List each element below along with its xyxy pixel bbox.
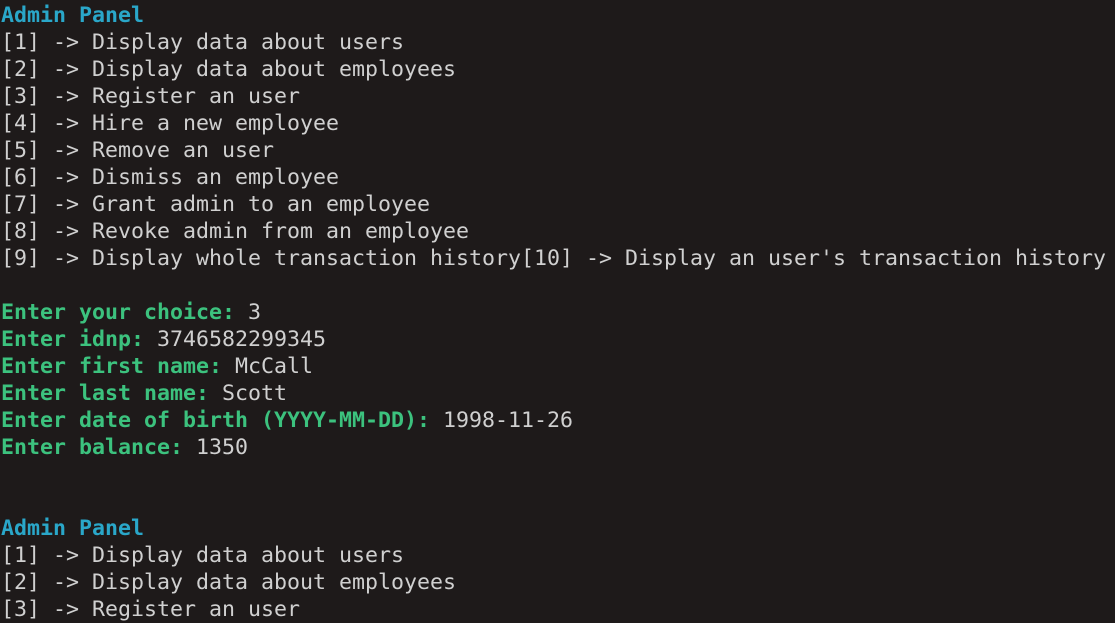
- form-line-choice: Enter your choice: 3: [1, 299, 1115, 326]
- prompt-value: 1350: [196, 435, 249, 460]
- prompt-label: Enter last name:: [1, 381, 210, 406]
- admin-panel-title: Admin Panel: [1, 516, 145, 541]
- form-line-first-name: Enter first name: McCall: [1, 353, 1115, 380]
- menu-item-revoke-admin: [8] -> Revoke admin from an employee: [1, 219, 470, 244]
- prompt-value: McCall: [235, 354, 314, 379]
- form-line-date-of-birth: Enter date of birth (YYYY-MM-DD): 1998-1…: [1, 407, 1115, 434]
- menu-item-display-employees: [2] -> Display data about employees: [1, 570, 457, 595]
- menu-item-register-user: [3] -> Register an user: [1, 597, 301, 622]
- prompt-value: 3: [248, 300, 262, 325]
- prompt-label: Enter your choice:: [1, 300, 236, 325]
- form-line-idnp: Enter idnp: 3746582299345: [1, 326, 1115, 353]
- form-line-balance: Enter balance: 1350: [1, 434, 1115, 461]
- admin-panel-title: Admin Panel: [1, 3, 145, 28]
- menu-item-display-employees: [2] -> Display data about employees: [1, 57, 457, 82]
- prompt-label: Enter first name:: [1, 354, 223, 379]
- form-line-last-name: Enter last name: Scott: [1, 380, 1115, 407]
- prompt-value: Scott: [222, 381, 288, 406]
- menu-item-grant-admin: [7] -> Grant admin to an employee: [1, 192, 431, 217]
- menu-item-register-user: [3] -> Register an user: [1, 84, 301, 109]
- prompt-label: Enter balance:: [1, 435, 184, 460]
- prompt-value: 1998-11-26: [443, 408, 574, 433]
- prompt-label: Enter idnp:: [1, 327, 145, 352]
- terminal-output: Admin Panel [1] -> Display data about us…: [1, 2, 1115, 623]
- prompt-value: 3746582299345: [157, 327, 327, 352]
- menu-item-dismiss-employee: [6] -> Dismiss an employee: [1, 165, 340, 190]
- menu-item-hire-employee: [4] -> Hire a new employee: [1, 111, 340, 136]
- menu-item-display-users: [1] -> Display data about users: [1, 30, 405, 55]
- prompt-label: Enter date of birth (YYYY-MM-DD):: [1, 408, 431, 433]
- menu-item-transaction-history: [9] -> Display whole transaction history…: [1, 246, 1107, 271]
- menu-item-remove-user: [5] -> Remove an user: [1, 138, 275, 163]
- menu-item-display-users: [1] -> Display data about users: [1, 543, 405, 568]
